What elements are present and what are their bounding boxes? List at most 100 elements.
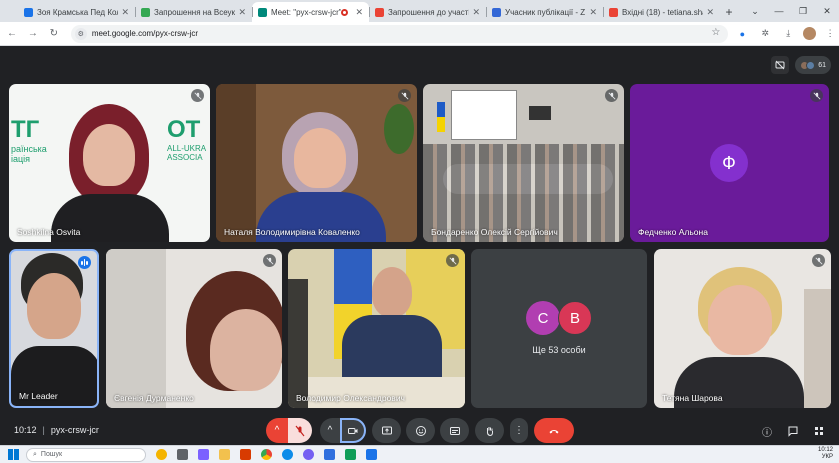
profile-avatar[interactable]: [803, 27, 817, 40]
mic-options-button[interactable]: ^: [266, 418, 288, 443]
video-feed: [288, 249, 465, 408]
reactions-button[interactable]: [406, 418, 435, 443]
browser-tab[interactable]: Вхідні (18) - tetiana.sharo✕: [603, 2, 720, 22]
window-controls: ⌄ — ❐ ✕: [743, 0, 839, 22]
browser-tab[interactable]: Запрошення до участі у ✕: [369, 2, 486, 22]
zoom-icon: [492, 7, 501, 17]
minimize-button[interactable]: —: [767, 0, 791, 22]
room-screen: [529, 106, 551, 120]
hand-icon: [486, 426, 493, 436]
recording-icon: [341, 8, 349, 16]
reload-button[interactable]: ↻: [45, 25, 63, 43]
present-screen-button[interactable]: [372, 418, 401, 443]
more-options-button[interactable]: ⋮: [510, 418, 528, 443]
bookmark-star-icon[interactable]: ☆: [711, 27, 720, 38]
video-tile-mr-leader[interactable]: Mr Leader: [9, 249, 99, 408]
tab-title: Запрошення на Всеукраїн: [154, 7, 236, 17]
video-tile-soshkilna-osvita[interactable]: ТГ раїнська іація ОТ ALL-UKRA ASSOCIA So…: [9, 84, 210, 242]
close-tab-icon[interactable]: ✕: [472, 7, 480, 18]
taskbar-search[interactable]: ⌕ Пошук: [26, 447, 146, 462]
participant-face: [83, 124, 135, 186]
file-explorer-icon[interactable]: [219, 449, 230, 460]
participant-face: [294, 128, 346, 188]
tray-language: УКР: [821, 454, 833, 460]
meet-icon: [258, 7, 267, 17]
video-tile-natalia[interactable]: Наталя Володимирівна Коваленко: [216, 84, 417, 242]
mic-off-icon: [605, 89, 618, 102]
app-icon[interactable]: [366, 449, 377, 460]
mic-off-icon: [295, 425, 305, 436]
chat-icon[interactable]: [784, 422, 802, 440]
maximize-button[interactable]: ❐: [791, 0, 815, 22]
camera-toggle-button[interactable]: [340, 418, 366, 443]
site-info-icon[interactable]: ⚙: [74, 27, 87, 40]
chrome-icon[interactable]: [261, 449, 272, 460]
video-feed: [216, 84, 417, 242]
video-tile-volodymyr[interactable]: Володимир Олександрович: [288, 249, 465, 408]
video-feed: [106, 249, 282, 408]
gmail-icon: [609, 7, 618, 17]
close-window-button[interactable]: ✕: [815, 0, 839, 22]
browser-menu-icon[interactable]: ⋮: [821, 25, 839, 43]
raise-hand-button[interactable]: [475, 418, 504, 443]
meeting-code: pyx-crsw-jcr: [50, 425, 99, 435]
store-icon[interactable]: [198, 449, 209, 460]
system-tray[interactable]: 10:12 УКР: [818, 447, 833, 461]
url-text: meet.google.com/pyx-crsw-jcr: [91, 29, 199, 38]
participants-button[interactable]: 61: [795, 56, 831, 74]
extensions-puzzle-icon[interactable]: ✲: [756, 25, 774, 43]
video-tile-fedchenko[interactable]: Ф Федченко Альона: [630, 84, 829, 242]
browser-tab-strip: Зоя Крамська Пед Колаб✕Запрошення на Все…: [0, 0, 839, 22]
participant-mini-avatar: [806, 60, 816, 70]
office-icon[interactable]: [240, 449, 251, 460]
caption-off-icon[interactable]: [771, 56, 790, 74]
new-tab-button[interactable]: +: [720, 2, 738, 22]
captions-button[interactable]: [440, 418, 469, 443]
telegram-icon: [24, 7, 33, 17]
video-tile-tetiana[interactable]: Тетяна Шарова: [654, 249, 831, 408]
emoji-icon: [415, 425, 426, 436]
mic-off-icon: [263, 254, 276, 267]
close-tab-icon[interactable]: ✕: [355, 7, 363, 18]
browser-tab[interactable]: Зоя Крамська Пед Колаб✕: [18, 2, 135, 22]
meeting-details-icon[interactable]: ⓘ: [758, 422, 776, 440]
background-shelf: [216, 84, 256, 242]
app-icon[interactable]: [345, 449, 356, 460]
address-bar[interactable]: ⚙ meet.google.com/pyx-crsw-jcr ☆: [70, 24, 729, 43]
others-tile[interactable]: C B Ще 53 особи: [471, 249, 647, 408]
video-tile-yevheniia[interactable]: Євгенія Дурманенко: [106, 249, 282, 408]
end-call-button[interactable]: [534, 418, 574, 443]
forward-button[interactable]: →: [24, 25, 42, 43]
close-tab-icon[interactable]: ✕: [589, 7, 597, 18]
tab-title: Вхідні (18) - tetiana.sharo: [622, 7, 703, 17]
close-tab-icon[interactable]: ✕: [706, 7, 714, 18]
close-tab-icon[interactable]: ✕: [238, 7, 246, 18]
video-feed: [423, 84, 624, 242]
back-button[interactable]: ←: [3, 25, 21, 43]
hang-up-icon: [549, 429, 559, 433]
background-plant: [384, 104, 414, 154]
browser-toolbar: ← → ↻ ⚙ meet.google.com/pyx-crsw-jcr ☆ ●…: [0, 22, 839, 46]
app-icon[interactable]: [324, 449, 335, 460]
task-view-icon[interactable]: [177, 449, 188, 460]
tab-search-icon[interactable]: ⌄: [743, 0, 767, 22]
sheets-icon: [141, 7, 150, 17]
edge-icon[interactable]: [282, 449, 293, 460]
browser-tab[interactable]: Учасник публікації - Z ✕: [486, 2, 603, 22]
close-tab-icon[interactable]: ✕: [121, 7, 129, 18]
extension-icon[interactable]: ●: [733, 25, 751, 43]
windows-start-icon[interactable]: [8, 449, 19, 460]
browser-tab[interactable]: Meet: "pyx-crsw-jcr" ✕: [252, 2, 369, 22]
viber-icon[interactable]: [303, 449, 314, 460]
browser-tab[interactable]: Запрошення на Всеукраїн✕: [135, 2, 252, 22]
video-tile-bondarenko[interactable]: Бондаренко Олексій Сергійович: [423, 84, 624, 242]
participant-name: Mr Leader: [19, 391, 58, 401]
download-icon[interactable]: ⤓: [779, 25, 797, 43]
gmail-icon: [375, 7, 384, 17]
activities-icon[interactable]: [810, 422, 828, 440]
windows-taskbar: ⌕ Пошук 10:12 УКР: [0, 445, 839, 463]
camera-options-button[interactable]: ^: [320, 418, 340, 443]
mic-toggle-button[interactable]: [288, 418, 312, 443]
participant-name: Бондаренко Олексій Сергійович: [431, 227, 558, 237]
widget-icon[interactable]: [156, 449, 167, 460]
